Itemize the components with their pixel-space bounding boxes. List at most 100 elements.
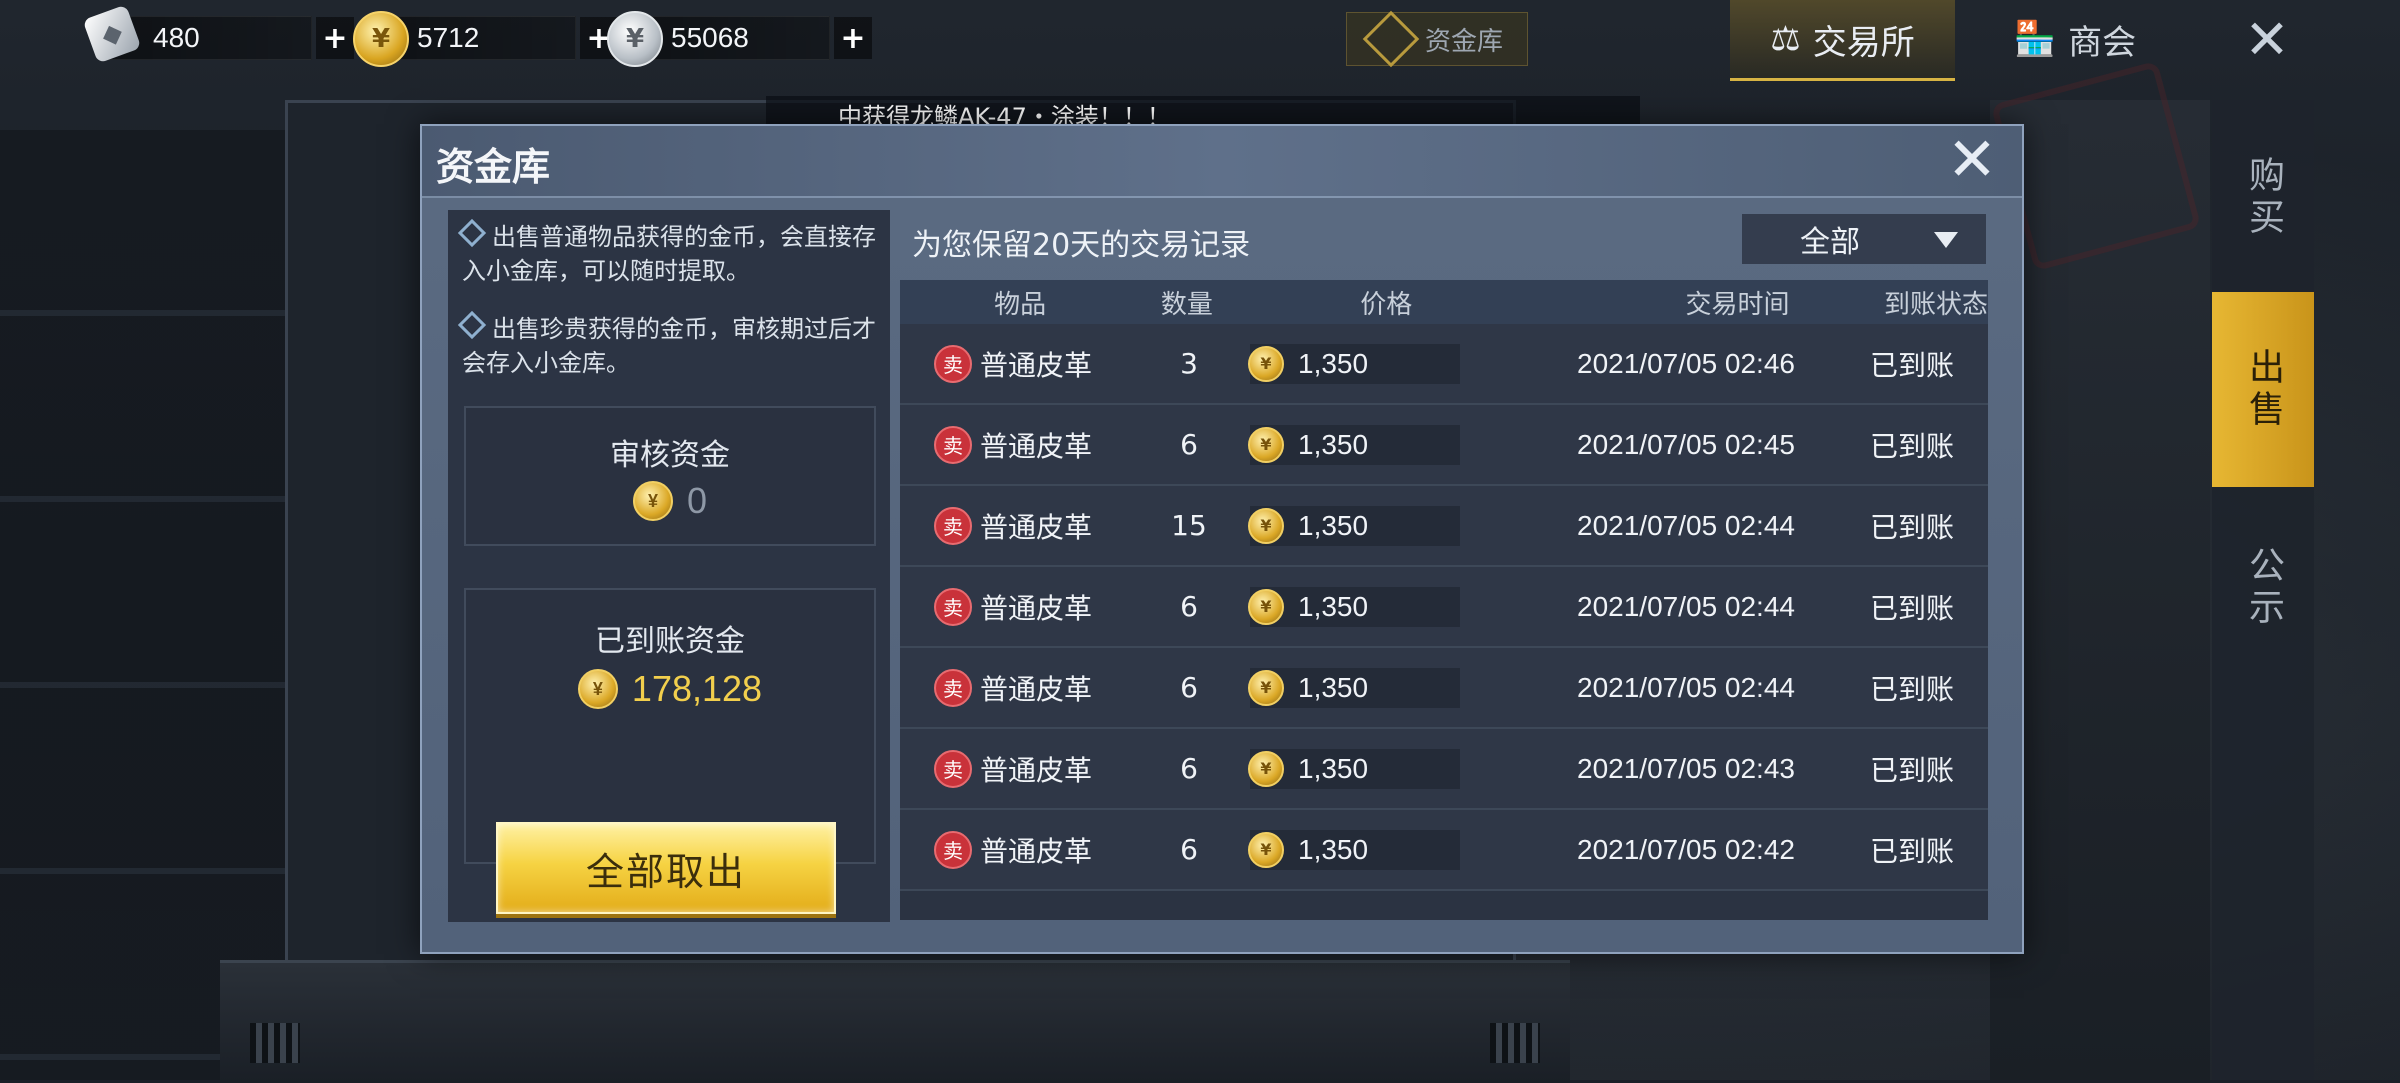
price-value: 1,350: [1298, 509, 1369, 541]
status-cell: 已到账: [1869, 834, 1954, 868]
arrived-funds-value: 178,128: [631, 668, 763, 709]
price-box: ¥1,350: [1248, 829, 1460, 870]
item-cell: 卖普通皮革: [900, 425, 1142, 465]
table-row[interactable]: 卖普通皮革 6 ¥1,350 2021/07/05 02:43 已到账: [900, 729, 1988, 810]
time-cell: 2021/07/05 02:45: [1577, 428, 1795, 460]
gold-coin-icon: ¥: [1248, 507, 1284, 544]
retention-text: 为您保留20天的交易记录: [912, 228, 1251, 263]
price-cell: ¥1,350: [1236, 586, 1536, 627]
status-cell: 已到账: [1869, 429, 1954, 463]
silver-coin-icon: ¥: [607, 11, 663, 67]
add-silver-button[interactable]: +: [834, 17, 872, 59]
item-cell: 卖普通皮革: [900, 506, 1142, 546]
time-cell: 2021/07/05 02:44: [1577, 590, 1795, 622]
quantity-cell: 15: [1171, 509, 1207, 542]
sell-badge-icon: 卖: [934, 344, 972, 383]
currency-silver: ¥ 55068 +: [607, 11, 872, 67]
withdraw-all-button[interactable]: 全部取出: [496, 822, 836, 914]
table-row[interactable]: 卖普通皮革 6 ¥1,350 2021/07/05 02:44 已到账: [900, 648, 1988, 729]
item-name: 普通皮革: [980, 429, 1093, 463]
price-box: ¥1,350: [1248, 343, 1460, 384]
gold-coin-icon: ¥: [1248, 831, 1284, 868]
quantity-cell: 3: [1180, 347, 1198, 380]
arrived-funds-amount: ¥ 178,128: [466, 668, 874, 710]
time-cell: 2021/07/05 02:44: [1577, 509, 1795, 541]
item-cell: 卖普通皮革: [900, 830, 1142, 870]
gold-coin-icon: ¥: [1248, 426, 1284, 463]
price-box: ¥1,350: [1248, 586, 1460, 627]
note-text: 出售珍贵获得的金币，审核期过后才会存入小金库。: [462, 315, 876, 377]
item-name: 普通皮革: [980, 753, 1093, 787]
table-row[interactable]: 卖普通皮革 15 ¥1,350 2021/07/05 02:44 已到账: [900, 486, 1988, 567]
time-cell: 2021/07/05 02:46: [1577, 347, 1795, 379]
status-cell: 已到账: [1869, 591, 1954, 625]
item-cell: 卖普通皮革: [900, 668, 1142, 708]
tab-sell[interactable]: 出售: [2212, 292, 2314, 487]
diamond-bullet-icon: [457, 310, 487, 340]
header-status: 到账状态: [1883, 289, 1988, 320]
tab-buy[interactable]: 购买: [2212, 100, 2314, 295]
add-diamond-button[interactable]: +: [316, 17, 354, 59]
item-name: 普通皮革: [980, 510, 1093, 544]
vent-decoration: [1490, 1023, 1540, 1063]
sell-badge-icon: 卖: [934, 425, 972, 464]
review-funds-label: 审核资金: [610, 438, 730, 473]
tab-shop[interactable]: 🏪 商会: [1975, 0, 2175, 78]
background-frame: [220, 960, 1570, 1083]
currency-value: 55068: [671, 22, 749, 53]
gold-coin-icon: ¥: [1248, 345, 1284, 382]
info-note: 出售普通物品获得的金币，会直接存入小金库，可以随时提取。: [457, 218, 882, 288]
close-dialog-button[interactable]: ✕: [1944, 130, 2000, 190]
shop-icon: 🏪: [2013, 19, 2057, 59]
time-cell: 2021/07/05 02:42: [1577, 833, 1795, 865]
gold-coin-icon: ¥: [353, 11, 409, 67]
diamond-bullet-icon: [457, 218, 487, 248]
funds-panel: 出售普通物品获得的金币，会直接存入小金库，可以随时提取。 出售珍贵获得的金币，审…: [448, 210, 890, 922]
price-box: ¥1,350: [1248, 667, 1460, 708]
price-cell: ¥1,350: [1236, 343, 1536, 384]
time-cell: 2021/07/05 02:44: [1577, 671, 1795, 703]
table-row[interactable]: 卖普通皮革 6 ¥1,350 2021/07/05 02:42 已到账: [900, 810, 1988, 891]
item-cell: 卖普通皮革: [900, 749, 1142, 789]
price-cell: ¥1,350: [1236, 424, 1536, 465]
filter-value: 全部: [1800, 225, 1860, 260]
vent-decoration: [250, 1023, 300, 1063]
side-tabs: 购买 出售 公示: [2212, 100, 2314, 1080]
quantity-cell: 6: [1180, 671, 1198, 704]
price-value: 1,350: [1298, 347, 1369, 379]
status-cell: 已到账: [1869, 510, 1954, 544]
vault-dialog: 资金库 ✕ 出售普通物品获得的金币，会直接存入小金库，可以随时提取。 出售珍贵获…: [420, 124, 2024, 954]
table-row[interactable]: 卖普通皮革 6 ¥1,350 2021/07/05 02:45 已到账: [900, 405, 1988, 486]
sell-badge-icon: 卖: [934, 506, 972, 545]
dialog-title: 资金库: [436, 145, 551, 189]
price-cell: ¥1,350: [1236, 505, 1536, 546]
records-panel: 为您保留20天的交易记录 全部 物品 数量 价格 交易时间 到账状态 卖普通皮革…: [900, 210, 1996, 922]
tab-announcement[interactable]: 公示: [2212, 490, 2314, 685]
sell-badge-icon: 卖: [934, 668, 972, 707]
item-cell: 卖普通皮革: [900, 344, 1142, 384]
vault-icon: [1362, 10, 1420, 68]
vault-tab[interactable]: 资金库: [1346, 10, 1528, 68]
close-icon[interactable]: ✕: [2232, 10, 2302, 70]
gold-coin-icon: ¥: [577, 669, 618, 709]
review-funds-amount: ¥ 0: [466, 480, 874, 522]
currency-value: 480: [153, 22, 200, 53]
filter-dropdown[interactable]: 全部: [1742, 214, 1986, 264]
table-body[interactable]: 卖普通皮革 3 ¥1,350 2021/07/05 02:46 已到账卖普通皮革 6 ¥1,…: [900, 324, 1988, 891]
currency-value: 5712: [417, 22, 480, 53]
tab-exchange[interactable]: ⚖ 交易所: [1730, 0, 1955, 81]
currency-diamond: ◆ 480 +: [82, 4, 354, 64]
gold-coin-icon: ¥: [1248, 588, 1284, 625]
sell-badge-icon: 卖: [934, 587, 972, 626]
header-price: 价格: [1360, 289, 1413, 320]
table-row[interactable]: 卖普通皮革 3 ¥1,350 2021/07/05 02:46 已到账: [900, 324, 1988, 405]
item-name: 普通皮革: [980, 672, 1093, 706]
tab-shop-label: 商会: [2068, 22, 2137, 63]
item-cell: 卖普通皮革: [900, 587, 1142, 627]
table-row[interactable]: 卖普通皮革 6 ¥1,350 2021/07/05 02:44 已到账: [900, 567, 1988, 648]
quantity-cell: 6: [1180, 833, 1198, 866]
item-name: 普通皮革: [980, 348, 1093, 382]
status-cell: 已到账: [1869, 753, 1954, 787]
price-value: 1,350: [1298, 428, 1369, 460]
price-box: ¥1,350: [1248, 505, 1460, 546]
